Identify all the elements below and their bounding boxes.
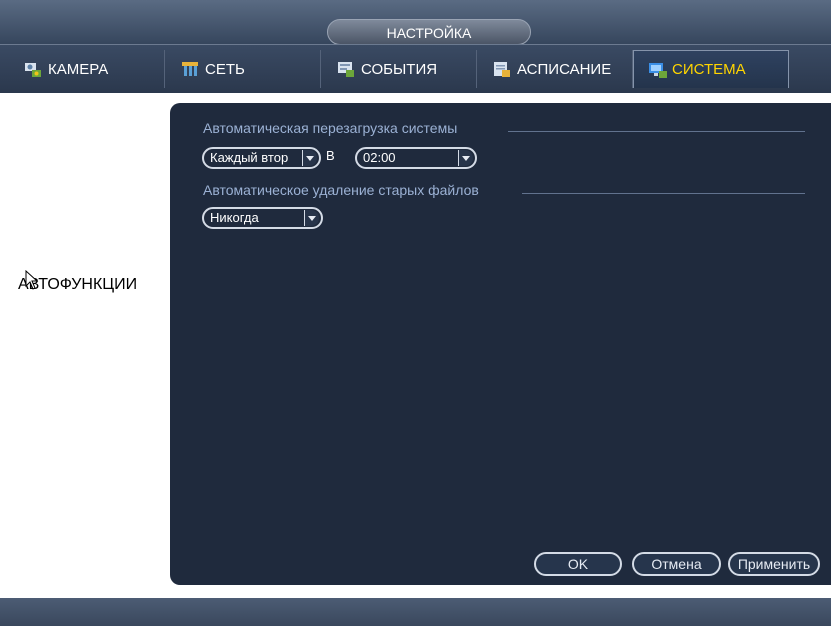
tab-network[interactable]: СЕТЬ <box>165 50 321 88</box>
chevron-down-icon[interactable] <box>458 150 473 166</box>
reboot-at-label: В <box>326 148 335 163</box>
sidebar-item-import-export[interactable]: Импорт/экспорт <box>8 300 158 328</box>
sidebar-item-reset[interactable]: СБРОС <box>8 328 158 356</box>
sidebar-item-upgrade[interactable]: Обновление <box>8 356 158 384</box>
network-icon <box>181 60 199 78</box>
camera-icon <box>24 60 42 78</box>
section-divider <box>522 193 805 194</box>
tab-bar: КАМЕРА СЕТЬ СОБЫТИЯ АСПИСАНИЕ СИСТЕМА <box>0 44 831 93</box>
events-icon <box>337 60 355 78</box>
sidebar-item-display[interactable]: ДИСПЛЕЙ <box>8 124 158 152</box>
setup-window: НАСТРОЙКА КАМЕРА СЕТЬ СОБЫТИЯ АСПИСАНИЕ <box>0 0 831 626</box>
reboot-day-select[interactable]: Каждый втор <box>202 147 321 169</box>
tab-system[interactable]: СИСТЕМА <box>633 50 789 88</box>
status-bar <box>0 598 831 626</box>
system-icon <box>648 61 667 79</box>
sidebar: ОБЩИЕ ДИСПЛЕЙ SPOT видеовых RS232 PTZ УЧ… <box>8 94 158 594</box>
cancel-button[interactable]: Отмена <box>632 552 721 576</box>
chevron-down-icon[interactable] <box>304 210 319 226</box>
sidebar-item-account[interactable]: УЧЕТНАЯ ЗАПИС <box>8 242 158 270</box>
sidebar-item-ptz[interactable]: PTZ <box>8 213 158 241</box>
schedule-icon <box>493 60 511 78</box>
window-title: НАСТРОЙКА <box>327 19 531 45</box>
reboot-time-select[interactable]: 02:00 <box>355 147 477 169</box>
auto-maintain-panel: Автоматическая перезагрузка системы Кажд… <box>170 103 831 585</box>
tab-events[interactable]: СОБЫТИЯ <box>321 50 477 88</box>
auto-delete-title: Автоматическое удаление старых файлов <box>203 182 479 198</box>
tab-schedule[interactable]: АСПИСАНИЕ <box>477 50 633 88</box>
chevron-down-icon[interactable] <box>302 150 317 166</box>
sidebar-item-general[interactable]: ОБЩИЕ <box>8 96 158 124</box>
ok-button[interactable]: OK <box>534 552 622 576</box>
section-divider <box>508 131 805 132</box>
sidebar-item-spot-output[interactable]: SPOT видеовых <box>8 153 158 181</box>
mouse-cursor-icon <box>25 269 39 295</box>
sidebar-item-rs232[interactable]: RS232 <box>8 183 158 211</box>
title-bar: НАСТРОЙКА <box>0 0 831 45</box>
delete-old-files-select[interactable]: Никогда <box>202 207 323 229</box>
tab-camera[interactable]: КАМЕРА <box>10 50 165 88</box>
auto-reboot-title: Автоматическая перезагрузка системы <box>203 120 458 136</box>
apply-button[interactable]: Применить <box>728 552 820 576</box>
